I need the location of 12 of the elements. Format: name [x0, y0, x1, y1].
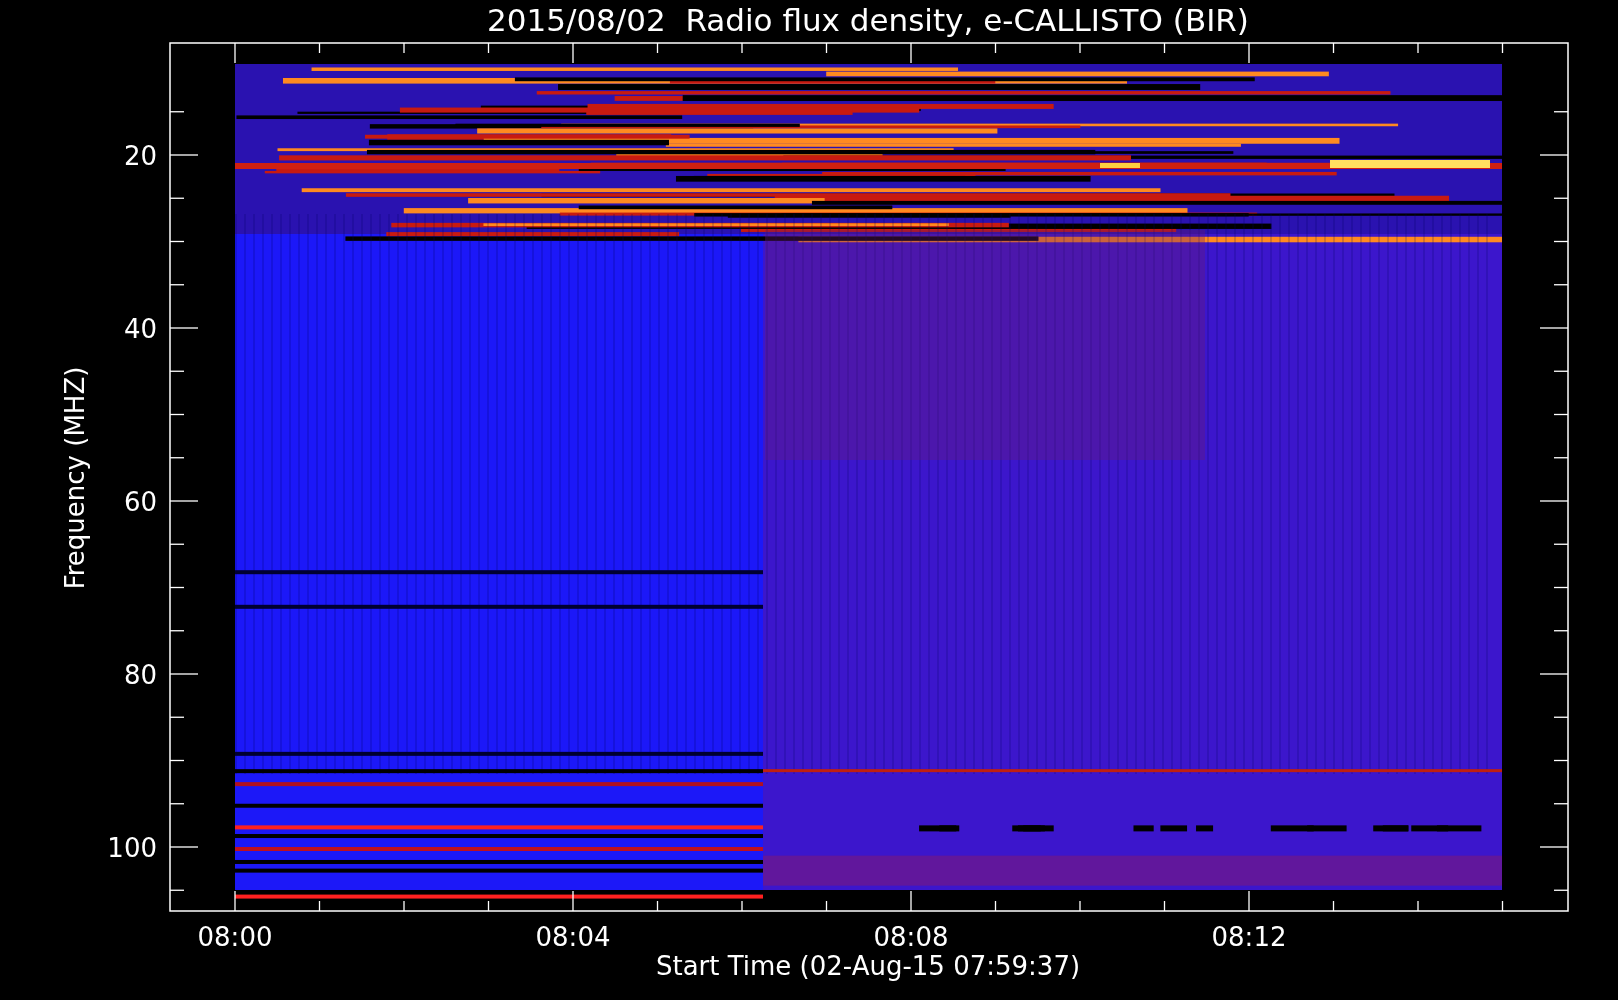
y-axis-label: Frequency (MHZ)	[60, 366, 90, 590]
x-tick-label: 08:08	[873, 922, 949, 952]
y-tick-label: 60	[123, 487, 157, 517]
y-tick-label: 20	[123, 141, 157, 171]
x-axis-label: Start Time (02-Aug-15 07:59:37)	[655, 951, 1081, 981]
y-tick-label: 80	[123, 660, 157, 690]
y-tick-label: 100	[107, 833, 157, 863]
x-tick-label: 08:04	[535, 922, 611, 952]
x-tick-label: 08:12	[1211, 922, 1287, 952]
chart-title: 2015/08/02 Radio flux density, e-CALLISTO (BIR)	[487, 2, 1249, 38]
y-tick-label: 40	[123, 314, 157, 344]
x-tick-label: 08:00	[197, 922, 273, 952]
